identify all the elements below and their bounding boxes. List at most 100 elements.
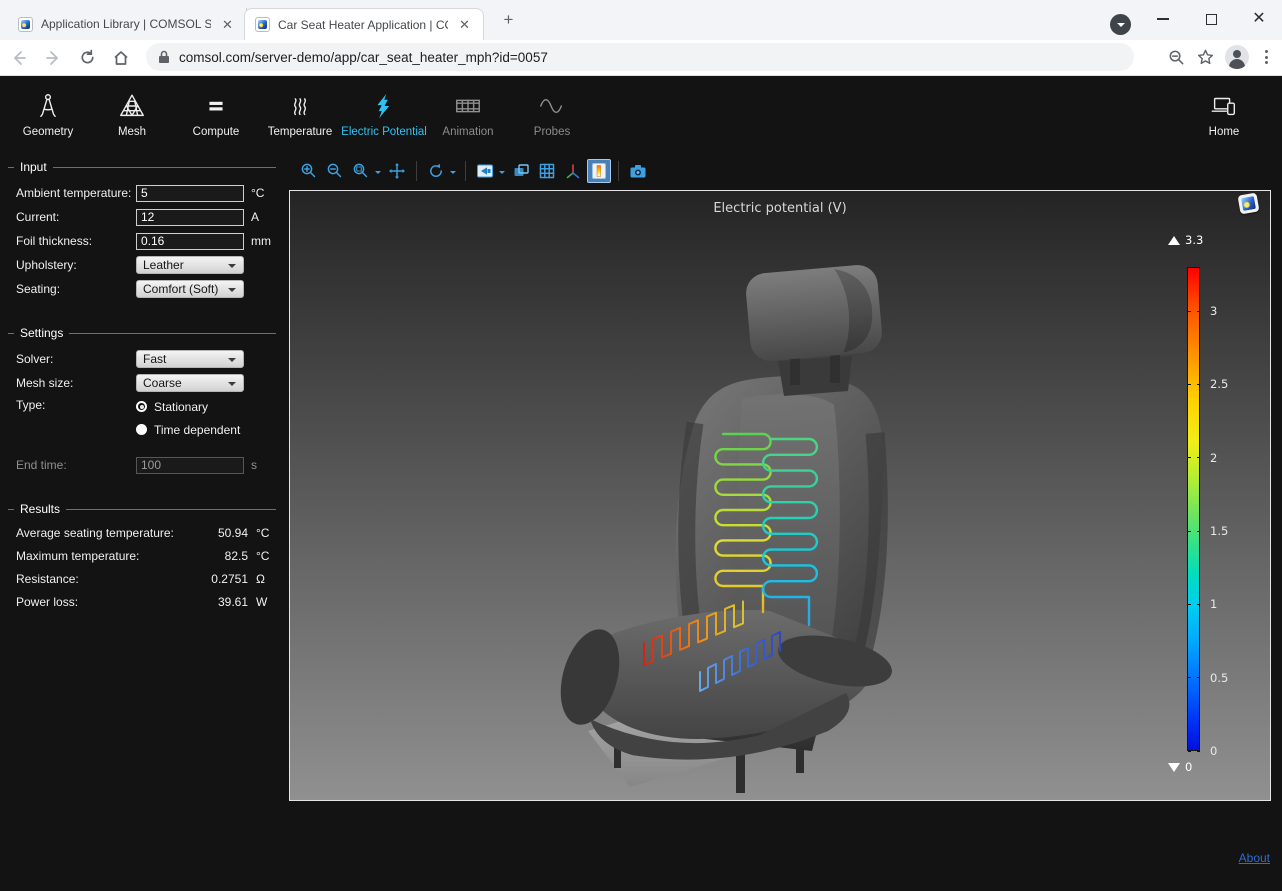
zoom-out-icon xyxy=(325,161,345,181)
equals-icon xyxy=(201,91,231,121)
browser-navbar: comsol.com/server-demo/app/car_seat_heat… xyxy=(0,40,1282,76)
graphics-area: Electric potential (V) xyxy=(288,152,1282,891)
scene-light-icon xyxy=(475,161,495,181)
browser-tab-car-seat-heater[interactable]: Car Seat Heater Application | CO ✕ xyxy=(244,8,484,40)
color-legend-button[interactable] xyxy=(587,159,611,183)
headrest-post xyxy=(830,351,840,383)
bookmark-star-icon[interactable] xyxy=(1196,48,1215,67)
triangle-up-icon xyxy=(1168,236,1180,245)
browser-menu-button[interactable] xyxy=(1259,50,1274,64)
zoom-out-page-icon[interactable] xyxy=(1167,48,1186,67)
back-button[interactable] xyxy=(4,44,34,72)
radio-stationary[interactable]: Stationary xyxy=(136,398,240,415)
parameters-panel: Input Ambient temperature: °C Current: A… xyxy=(0,152,288,891)
result-unit: °C xyxy=(256,549,276,563)
mesh-size-dropdown[interactable]: Coarse xyxy=(136,374,244,392)
home-button[interactable] xyxy=(106,44,136,72)
radio-button-icon[interactable] xyxy=(136,401,147,412)
field-label: Current: xyxy=(16,210,136,224)
about-link[interactable]: About xyxy=(1239,851,1270,865)
colorbar-tick-label: 2.5 xyxy=(1210,377,1228,391)
close-icon: ✕ xyxy=(1252,11,1265,27)
result-value: 39.61 xyxy=(200,595,248,609)
arrow-right-icon xyxy=(47,52,57,64)
zoom-box-button[interactable] xyxy=(349,159,373,183)
padlock-icon xyxy=(158,50,170,64)
tab-title: Car Seat Heater Application | CO xyxy=(278,18,448,32)
axis-orientation-button[interactable] xyxy=(561,159,585,183)
zoom-out-button[interactable] xyxy=(323,159,347,183)
plot-canvas[interactable]: Electric potential (V) xyxy=(289,190,1271,801)
seating-dropdown[interactable]: Comfort (Soft) xyxy=(136,280,244,298)
colorbar-min-marker: 0 xyxy=(1168,760,1192,774)
browser-tab-application-library[interactable]: Application Library | COMSOL Se ✕ xyxy=(8,8,247,40)
rotate-button[interactable] xyxy=(424,159,448,183)
window-maximize-button[interactable] xyxy=(1188,0,1234,38)
rotate-caret-icon[interactable] xyxy=(450,171,456,177)
solver-dropdown[interactable]: Fast xyxy=(136,350,244,368)
tab-title: Application Library | COMSOL Se xyxy=(41,17,211,31)
result-label: Power loss: xyxy=(16,595,200,609)
reload-icon xyxy=(82,50,92,62)
ribbon-button-electric-potential[interactable]: Electric Potential xyxy=(342,80,426,148)
section-title-settings: Settings xyxy=(16,326,276,340)
profile-avatar[interactable] xyxy=(1225,45,1249,69)
radio-button-icon[interactable] xyxy=(136,424,147,435)
result-unit: W xyxy=(256,595,276,609)
forward-button[interactable] xyxy=(38,44,68,72)
current-input[interactable] xyxy=(136,209,244,226)
section-title-input: Input xyxy=(16,160,276,174)
snapshot-button[interactable] xyxy=(626,159,650,183)
tab-close-icon[interactable]: ✕ xyxy=(456,17,473,32)
app-ribbon: Geometry Mesh Compute Temperature Electr… xyxy=(0,76,1282,152)
tab-search-button[interactable] xyxy=(1110,14,1131,35)
mesh-triangle-icon xyxy=(117,91,147,121)
dropdown-value: Comfort (Soft) xyxy=(143,282,218,296)
seat-headrest xyxy=(744,263,883,362)
comsol-favicon xyxy=(255,17,270,32)
tab-close-icon[interactable]: ✕ xyxy=(219,17,236,32)
reload-button[interactable] xyxy=(72,44,102,72)
foil-thickness-input[interactable] xyxy=(136,233,244,250)
field-label-type: Type: xyxy=(16,398,136,444)
result-label: Average seating temperature: xyxy=(16,526,200,540)
ambient-temperature-input[interactable] xyxy=(136,185,244,202)
graphics-toolbar xyxy=(288,152,1282,190)
zoom-in-button[interactable] xyxy=(297,159,321,183)
address-bar[interactable]: comsol.com/server-demo/app/car_seat_heat… xyxy=(146,43,1134,71)
ribbon-button-temperature[interactable]: Temperature xyxy=(258,80,342,148)
zoom-extents-button[interactable] xyxy=(385,159,409,183)
arrow-left-icon xyxy=(15,52,25,64)
field-unit: s xyxy=(251,458,257,472)
field-solver: Solver: Fast xyxy=(16,350,276,368)
dropdown-value: Fast xyxy=(143,352,166,366)
transparency-icon xyxy=(511,161,531,181)
rotate-icon xyxy=(426,161,446,181)
toolbar-separator xyxy=(416,161,417,181)
scene-light-caret-icon[interactable] xyxy=(499,171,505,177)
scene-light-button[interactable] xyxy=(473,159,497,183)
sine-wave-icon xyxy=(537,91,567,121)
upholstery-dropdown[interactable]: Leather xyxy=(136,256,244,274)
field-label: End time: xyxy=(16,458,136,472)
compass-icon xyxy=(33,91,63,121)
field-foil-thickness: Foil thickness: mm xyxy=(16,232,276,250)
result-unit: Ω xyxy=(256,572,276,586)
transparency-button[interactable] xyxy=(509,159,533,183)
window-minimize-button[interactable] xyxy=(1140,0,1186,38)
home-icon xyxy=(115,52,127,64)
zoom-box-caret-icon[interactable] xyxy=(375,171,381,177)
window-close-button[interactable]: ✕ xyxy=(1236,0,1282,38)
axis-orientation-icon xyxy=(563,161,583,181)
radio-time-dependent[interactable]: Time dependent xyxy=(136,421,240,438)
url-text: comsol.com/server-demo/app/car_seat_heat… xyxy=(179,50,548,65)
ribbon-button-home[interactable]: Home xyxy=(1182,80,1266,148)
field-label: Solver: xyxy=(16,352,136,366)
new-tab-button[interactable]: + xyxy=(500,12,517,29)
ribbon-button-mesh[interactable]: Mesh xyxy=(90,80,174,148)
grid-button[interactable] xyxy=(535,159,559,183)
zoom-box-icon xyxy=(351,161,371,181)
ribbon-button-geometry[interactable]: Geometry xyxy=(6,80,90,148)
ribbon-button-compute[interactable]: Compute xyxy=(174,80,258,148)
camera-icon xyxy=(628,161,648,181)
